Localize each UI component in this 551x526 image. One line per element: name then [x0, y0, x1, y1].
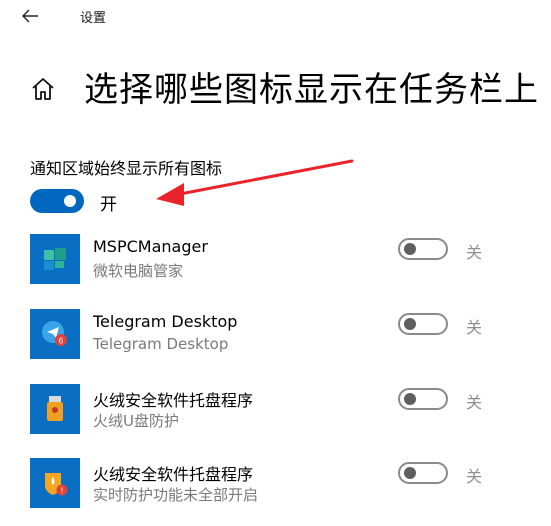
app-name: 火绒安全软件托盘程序 [93, 465, 254, 484]
app-toggle-huorong-usb[interactable] [398, 388, 448, 410]
back-arrow-icon [22, 9, 38, 23]
app-name: MSPCManager [93, 237, 208, 256]
app-description: 火绒U盘防护 [93, 412, 179, 430]
app-toggle-huorong-realtime[interactable] [398, 462, 448, 484]
title-bar: 设置 [0, 0, 551, 34]
always-show-all-icons-label: 通知区域始终显示所有图标 [30, 159, 223, 178]
settings-window: 设置 选择哪些图标显示在任务栏上 通知区域始终显示所有图标 开 MSPCMana… [0, 0, 551, 526]
home-icon[interactable] [30, 76, 56, 102]
mspcmanager-icon [44, 248, 66, 270]
telegram-app-tile: 6 [30, 309, 80, 359]
app-toggle-mspcmanager[interactable] [398, 238, 448, 260]
huorong-shield-app-tile: ! [30, 458, 80, 508]
toggle-knob [404, 467, 416, 479]
toggle-knob [404, 318, 416, 330]
mspcmanager-app-tile [30, 234, 80, 284]
huorong-shield-icon: ! [45, 473, 68, 496]
app-toggle-state: 关 [466, 243, 483, 262]
app-row-huorong-realtime: ! 火绒安全软件托盘程序 实时防护功能未全部开启 关 [30, 458, 530, 516]
app-name: 火绒安全软件托盘程序 [93, 391, 254, 410]
window-title: 设置 [80, 11, 107, 26]
toggle-knob [404, 243, 416, 255]
app-toggle-state: 关 [466, 393, 483, 412]
toggle-knob [64, 195, 76, 207]
back-button[interactable] [14, 2, 46, 30]
page-title: 选择哪些图标显示在任务栏上 [84, 70, 539, 110]
huorong-usb-app-tile [30, 384, 80, 434]
app-name: Telegram Desktop [93, 312, 238, 331]
app-row-telegram: 6 Telegram Desktop Telegram Desktop 关 [30, 309, 530, 367]
telegram-icon: 6 [42, 321, 67, 346]
huorong-usb-icon [47, 396, 63, 421]
always-show-all-icons-state: 开 [100, 195, 117, 215]
app-row-huorong-usb: 火绒安全软件托盘程序 火绒U盘防护 关 [30, 384, 530, 442]
toggle-knob [404, 393, 416, 405]
app-description: 实时防护功能未全部开启 [93, 486, 259, 504]
app-row-mspcmanager: MSPCManager 微软电脑管家 关 [30, 234, 530, 292]
always-show-all-icons-toggle[interactable] [30, 189, 84, 213]
app-toggle-state: 关 [466, 467, 483, 486]
app-toggle-telegram[interactable] [398, 313, 448, 335]
huorong-warning-badge: ! [61, 487, 63, 496]
telegram-badge: 6 [59, 337, 64, 346]
app-description: 微软电脑管家 [93, 262, 184, 280]
app-toggle-state: 关 [466, 318, 483, 337]
app-description: Telegram Desktop [93, 335, 229, 353]
